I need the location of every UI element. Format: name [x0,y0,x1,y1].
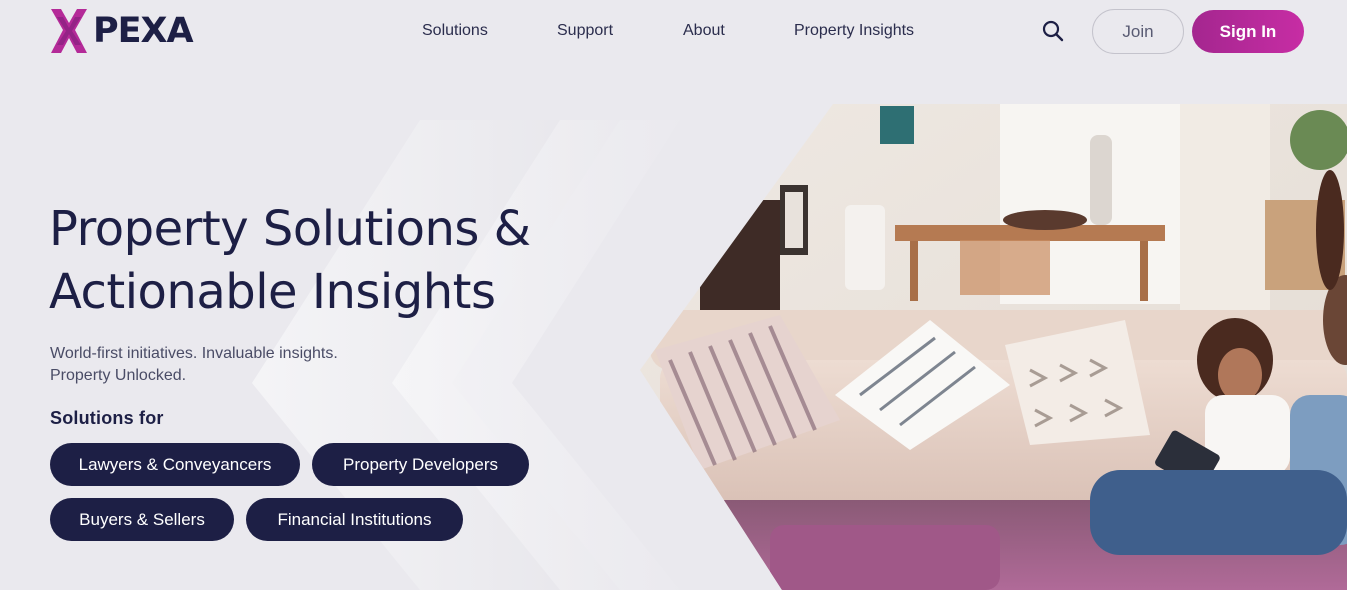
hero-subtitle: World-first initiatives. Invaluable insi… [50,343,450,387]
solution-pill-lawyers-conveyancers[interactable]: Lawyers & Conveyancers [50,443,300,486]
hero-subtitle-line-1: World-first initiatives. Invaluable insi… [50,345,338,362]
hero-title-line-2: Actionable Insights [49,264,496,320]
hero-title: Property Solutions & Actionable Insights [49,198,609,324]
site-header: PEXA Solutions Support About Property In… [0,0,1347,62]
logo-wordmark: PEXA [93,11,194,51]
pexa-logo-mark-icon [51,9,87,53]
sign-in-button[interactable]: Sign In [1192,10,1304,53]
solution-pill-property-developers[interactable]: Property Developers [312,443,529,486]
solution-pill-financial-institutions[interactable]: Financial Institutions [246,498,463,541]
join-button[interactable]: Join [1092,9,1184,54]
hero-title-line-1: Property Solutions & [49,201,531,257]
hero-subtitle-line-2: Property Unlocked. [50,367,187,384]
solutions-for-heading: Solutions for [50,408,164,428]
search-button[interactable] [1040,18,1066,44]
nav-item-solutions[interactable]: Solutions [422,20,488,42]
nav-item-about[interactable]: About [683,20,725,42]
pexa-logo[interactable]: PEXA [47,8,194,54]
search-icon [1042,20,1064,42]
nav-item-support[interactable]: Support [557,20,613,42]
solution-pill-buyers-sellers[interactable]: Buyers & Sellers [50,498,234,541]
nav-item-property-insights[interactable]: Property Insights [794,20,914,42]
